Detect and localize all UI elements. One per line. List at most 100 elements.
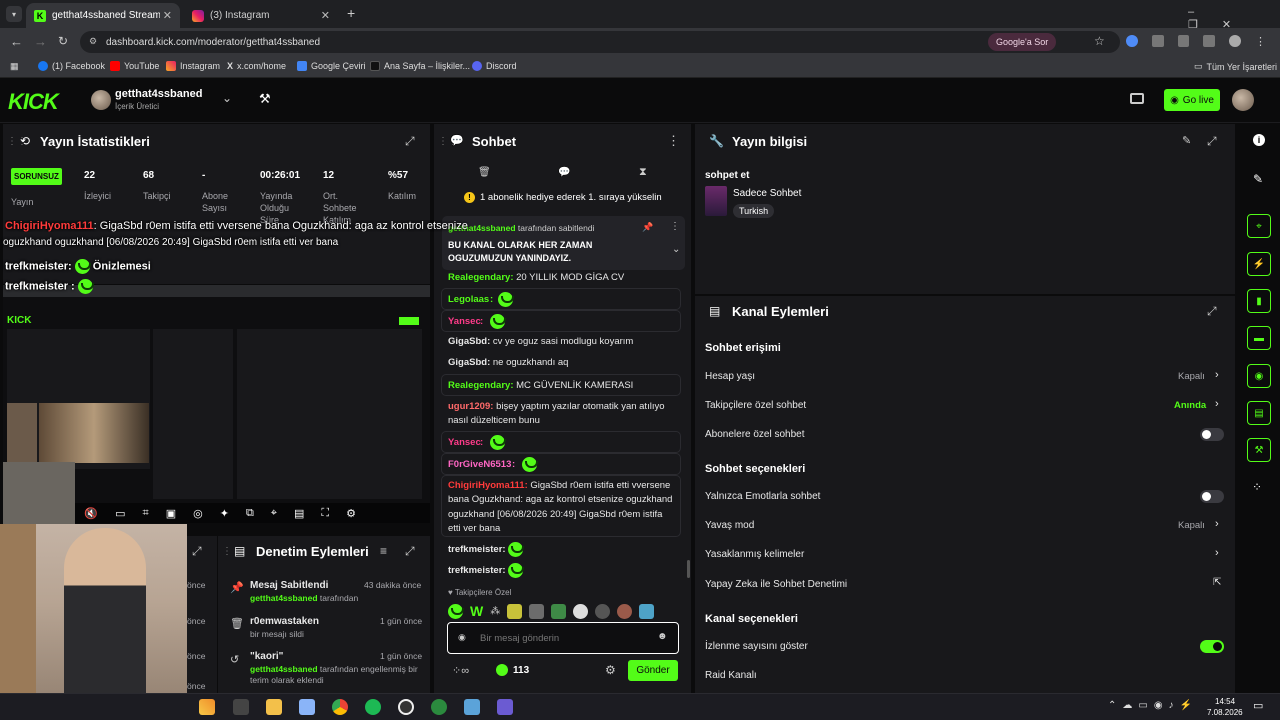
site-info-icon[interactable]: ⚙ [89, 36, 97, 47]
record-icon[interactable]: ◎ [193, 507, 203, 520]
profile-icon[interactable] [1229, 35, 1241, 47]
add-widget-icon[interactable]: ⁘ [1252, 480, 1262, 494]
chat-message[interactable]: Yansec: [441, 310, 681, 332]
chevron-down-icon[interactable]: ⌄ [672, 244, 680, 255]
apps-icon[interactable]: ▦ [10, 61, 19, 72]
wrench-icon[interactable]: ⚒ [1247, 438, 1271, 462]
info-icon[interactable]: i [1253, 134, 1265, 146]
kick-logo[interactable]: KICK [8, 89, 59, 115]
emoji-icon[interactable]: ☻ [657, 631, 668, 642]
puzzle-icon[interactable] [1177, 35, 1190, 47]
chevron-down-icon[interactable]: ⌄ [222, 91, 232, 105]
volume-mute-icon[interactable]: 🔇 [84, 507, 98, 520]
app-icon[interactable] [497, 699, 513, 715]
hdr-icon[interactable]: ▣ [166, 507, 176, 520]
hourglass-icon[interactable]: ⧗ [639, 166, 647, 179]
slow-mode-value[interactable]: Kapalı [1178, 520, 1205, 531]
emote-icon[interactable] [573, 603, 589, 619]
chat-message[interactable]: ugur1209: bişey yaptım yazılar otomatik … [448, 400, 680, 428]
clock-date[interactable]: 7.08.2026 [1207, 708, 1243, 717]
expand-icon[interactable]: ⤢ [1207, 134, 1217, 149]
chat-icon[interactable]: ▬ [1247, 326, 1271, 350]
expand-icon[interactable]: ⤢ [405, 134, 415, 149]
gift-banner[interactable]: ! 1 abonelik hediye ederek 1. sıraya yüks… [464, 192, 662, 203]
emote-icon[interactable] [448, 603, 464, 619]
close-tab-icon[interactable]: ✕ [163, 9, 172, 22]
focus-icon[interactable]: ⌖ [1247, 214, 1271, 238]
banned-words-label[interactable]: Yasaklanmış kelimeler [705, 549, 804, 560]
bookmark-home[interactable]: Ana Sayfa – İlişkiler... [370, 61, 470, 71]
trash-icon[interactable]: 🗑 [478, 167, 491, 178]
bookmark-star-icon[interactable]: ☆ [1094, 34, 1105, 48]
extension-icon[interactable] [1151, 35, 1164, 47]
go-live-button[interactable]: ◉ Go live [1164, 89, 1220, 111]
photos-icon[interactable] [299, 699, 315, 715]
emote-icon[interactable] [595, 603, 611, 619]
chevron-right-icon[interactable]: › [1215, 398, 1219, 410]
chat-icon[interactable]: 💬 [558, 167, 570, 178]
notification-icon[interactable]: ▭ [1253, 699, 1263, 712]
chat-message[interactable]: GigaSbd: cv ye oguz sasi modlugu koyarım [448, 335, 633, 349]
reload-icon[interactable]: ↻ [58, 34, 68, 48]
chevron-right-icon[interactable]: › [1215, 369, 1219, 381]
bookmark-instagram[interactable]: Instagram [166, 61, 220, 71]
bookmark-facebook[interactable]: (1) Facebook [38, 61, 105, 71]
external-link-icon[interactable]: ⇱ [1213, 577, 1221, 588]
tab-kick[interactable]: K getthat4ssbaned Stream - Kick ✕ [26, 3, 180, 28]
w-emote-icon[interactable]: W [470, 603, 483, 619]
emote-icon[interactable] [551, 603, 567, 619]
tray-icons[interactable]: ⌃☁▭◉♪⚡ [1108, 700, 1198, 711]
emote-icon[interactable] [529, 603, 545, 619]
subs-chat-toggle[interactable] [1200, 428, 1224, 441]
account-age-value[interactable]: Kapalı [1178, 371, 1205, 382]
url-field[interactable]: ⚙ dashboard.kick.com/moderator/getthat4s… [80, 31, 1120, 53]
new-tab-button[interactable]: + [347, 5, 355, 21]
task-view-icon[interactable] [233, 699, 249, 715]
pinned-message[interactable]: getthat4ssbaned tarafından sabitlendi 📌 … [442, 216, 685, 270]
pin-icon[interactable]: 📌 [642, 222, 653, 233]
user-avatar[interactable] [1232, 89, 1254, 111]
file-explorer-icon[interactable] [266, 699, 282, 715]
chrome-icon[interactable] [332, 699, 348, 715]
chat-input[interactable]: ◉ Bir mesaj gönderin ☻ [447, 622, 679, 654]
studio-icon[interactable] [1130, 93, 1144, 104]
emote-icon[interactable] [507, 603, 523, 619]
reading-list-icon[interactable] [1203, 35, 1216, 47]
tab-search-button[interactable]: ▾ [6, 6, 22, 22]
chevron-right-icon[interactable]: › [1215, 547, 1219, 559]
spotify-icon[interactable] [365, 699, 381, 715]
chat-scrollbar[interactable] [687, 560, 690, 578]
filter-icon[interactable]: ≡ [380, 544, 387, 558]
followers-chat-label[interactable]: Takipçilere özel sohbet [705, 400, 806, 411]
emote-bar[interactable]: W ⁂ [448, 602, 678, 620]
points-display[interactable]: 113 [496, 664, 529, 676]
bookmark-discord[interactable]: Discord [472, 61, 517, 71]
back-icon[interactable]: ← [10, 34, 23, 49]
chat-message[interactable]: Legolaas: [441, 288, 681, 310]
hammer-icon[interactable]: ⚒ [259, 91, 271, 107]
effects-icon[interactable]: ✦ [220, 507, 229, 520]
document-icon[interactable]: ▮ [1247, 289, 1271, 313]
bookmark-translate[interactable]: Google Çeviri [297, 61, 366, 71]
emote-only-toggle[interactable] [1200, 490, 1224, 503]
extension-blue-icon[interactable] [1126, 35, 1138, 47]
layout-icon[interactable]: ▤ [294, 507, 304, 520]
chat-message[interactable]: Yansec: [441, 431, 681, 453]
settings-gear-icon[interactable]: ⚙ [346, 507, 356, 520]
ai-moderation-label[interactable]: Yapay Zeka ile Sohbet Denetimi [705, 579, 847, 590]
stack-icon[interactable]: ▤ [1247, 401, 1271, 425]
category-name[interactable]: Sadece Sohbet [733, 188, 801, 199]
chat-message[interactable]: ChigiriHyoma111: GigaSbd r0em istifa ett… [441, 475, 681, 537]
sparkle-icon[interactable]: ◉ [458, 632, 466, 643]
bookmark-youtube[interactable]: YouTube [110, 61, 159, 71]
channel-name[interactable]: getthat4ssbaned [115, 88, 202, 100]
pencil-icon[interactable]: ✎ [1253, 172, 1263, 186]
clock-time[interactable]: 14:54 [1215, 697, 1235, 706]
expand-icon[interactable]: ⤢ [1207, 304, 1217, 319]
chat-message[interactable]: Realegendary: MC GÜVENLİK KAMERASI [441, 374, 681, 396]
send-button[interactable]: Gönder [628, 660, 678, 681]
emote-icon[interactable]: ⁂ [490, 606, 500, 617]
menu-icon[interactable]: ⋮ [1255, 35, 1266, 49]
all-bookmarks[interactable]: ▭ Tüm Yer İşaretleri [1194, 61, 1277, 72]
crop-icon[interactable]: ⌗ [143, 507, 149, 520]
